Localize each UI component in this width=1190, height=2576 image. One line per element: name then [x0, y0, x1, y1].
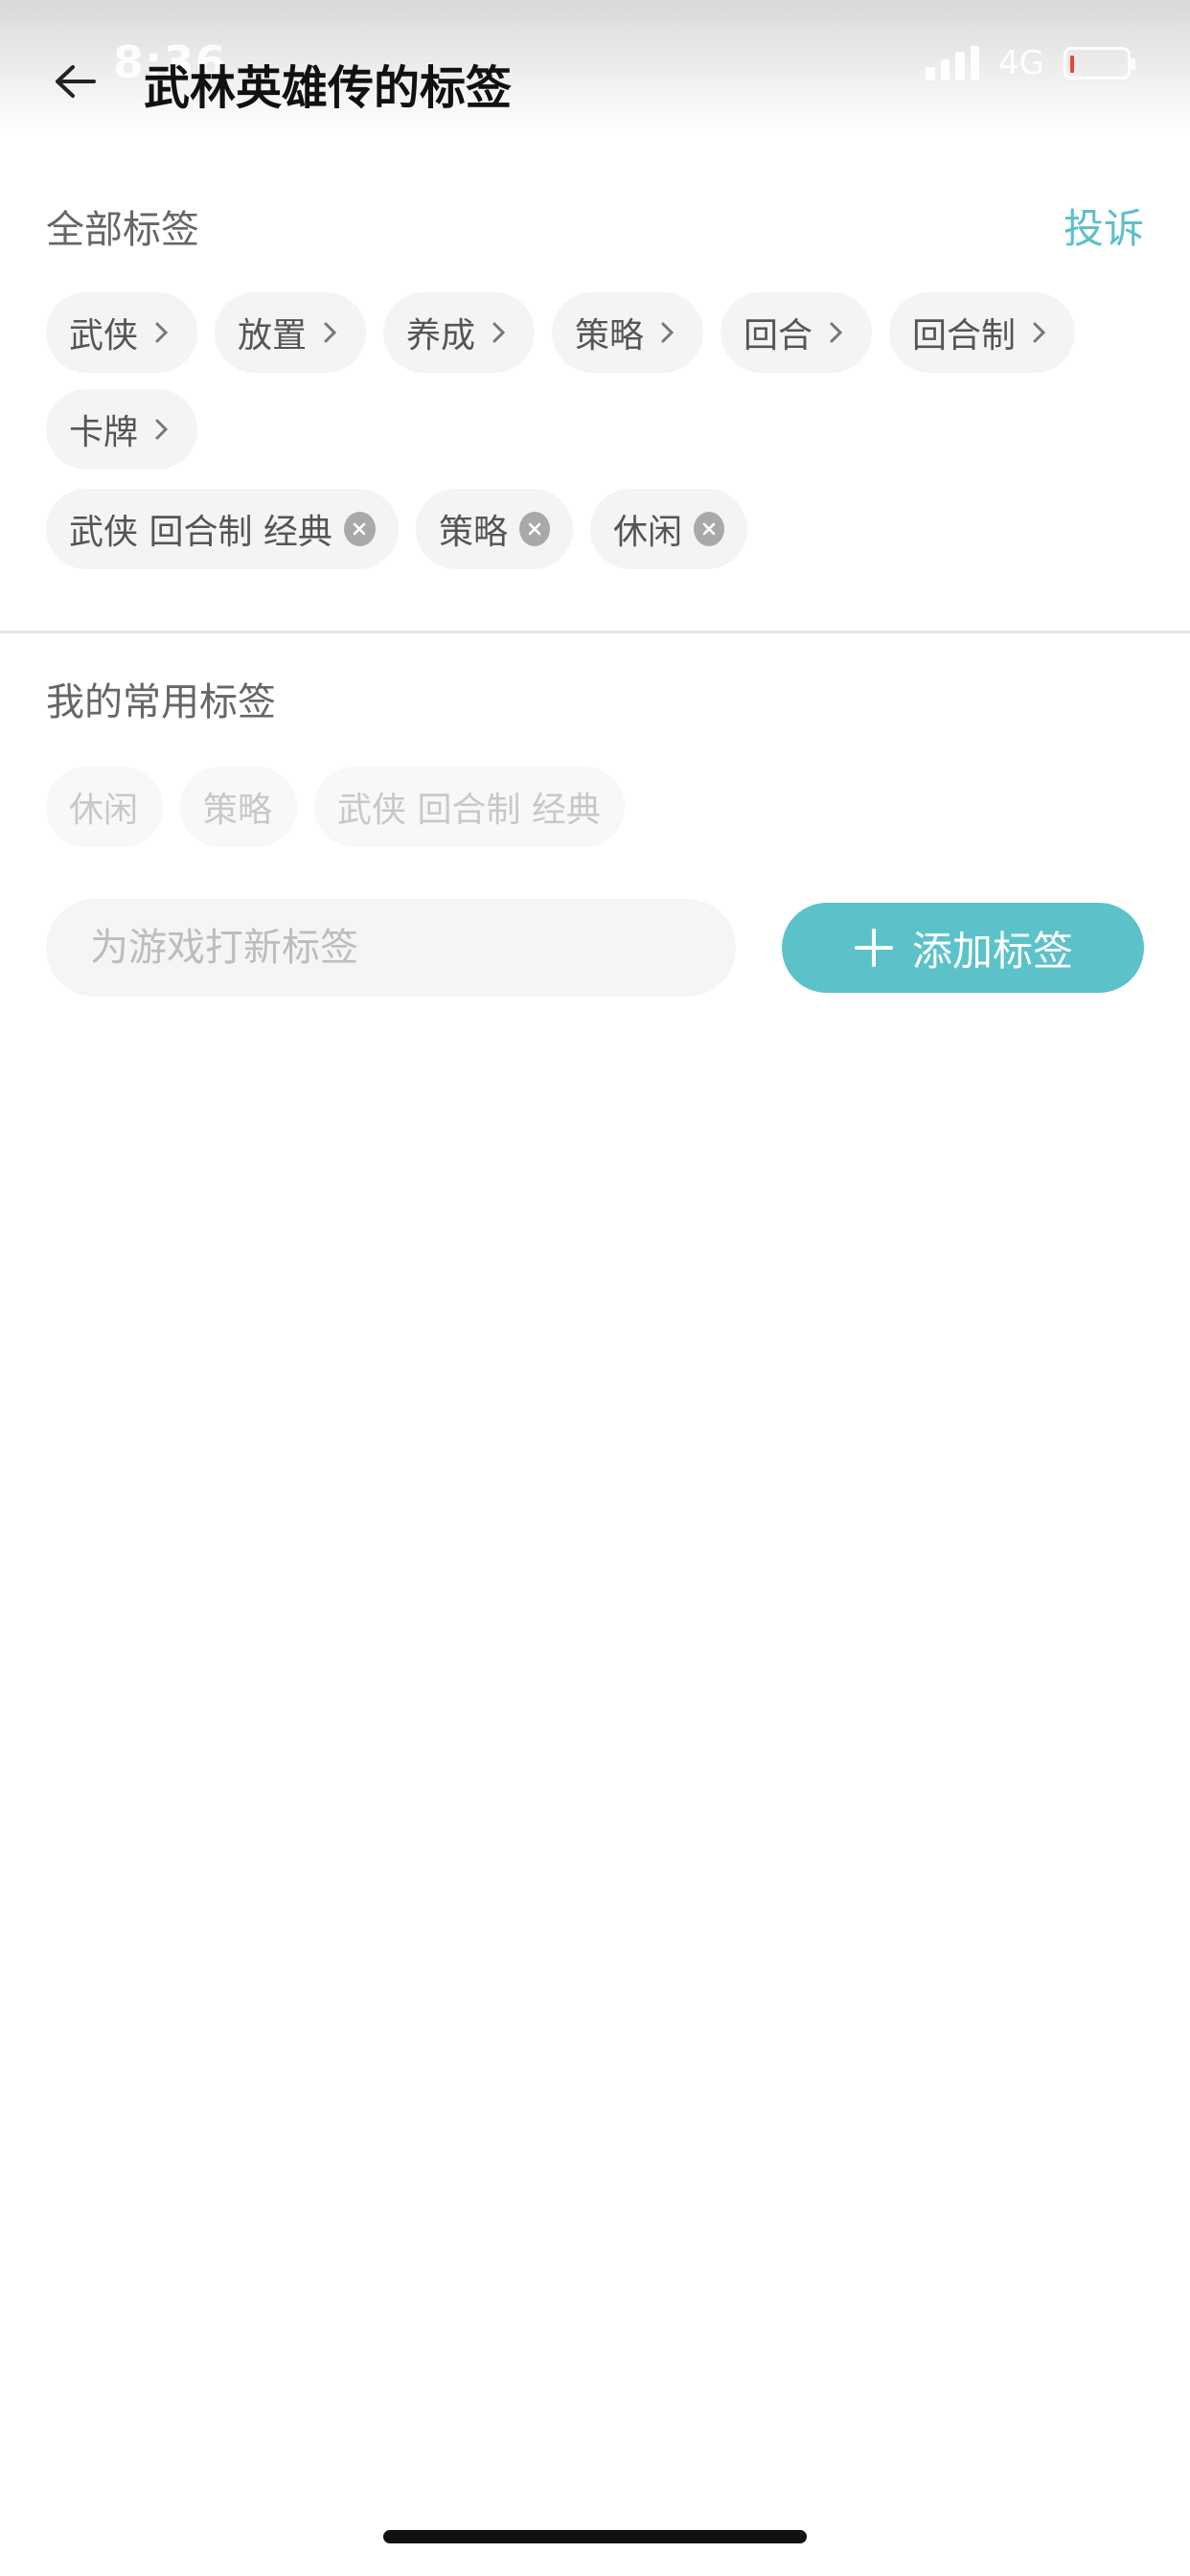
tag-label: 休闲 — [613, 513, 683, 552]
tag-label: 策略 — [575, 316, 645, 356]
chevron-right-icon — [151, 419, 172, 440]
tag-label: 武侠 回合制 经典 — [69, 513, 332, 552]
tag-chip[interactable]: 卡牌 — [46, 389, 197, 470]
section-divider — [0, 631, 1190, 633]
common-tags-header: 我的常用标签 — [46, 671, 1144, 726]
chevron-right-icon — [320, 322, 341, 343]
chevron-right-icon — [151, 322, 172, 343]
all-tags-title: 全部标签 — [46, 207, 199, 252]
common-tag-chip[interactable]: 武侠 回合制 经典 — [314, 767, 625, 847]
common-tag-chip[interactable]: 策略 — [180, 767, 297, 847]
tag-label: 养成 — [406, 316, 476, 356]
tag-label: 策略 — [439, 513, 509, 552]
new-tag-input[interactable] — [46, 899, 736, 997]
common-tag-chip[interactable]: 休闲 — [46, 767, 163, 847]
all-tags-header: 全部标签 投诉 — [46, 196, 1144, 255]
remove-tag-icon[interactable] — [519, 512, 550, 546]
arrow-left-icon — [56, 65, 96, 98]
tag-label: 策略 — [203, 791, 273, 830]
tag-chip[interactable]: 养成 — [383, 292, 535, 373]
tag-label: 放置 — [238, 316, 308, 356]
tag-label: 武侠 回合制 经典 — [337, 791, 601, 830]
plus-icon — [854, 929, 893, 967]
tag-chip[interactable]: 回合制 — [889, 292, 1075, 373]
removable-tag-chip[interactable]: 休闲 — [590, 489, 747, 569]
removable-tag-chip[interactable]: 策略 — [416, 489, 573, 569]
tag-label: 回合制 — [912, 316, 1017, 356]
tag-label: 回合 — [744, 316, 813, 356]
remove-tag-icon[interactable] — [343, 512, 376, 546]
removable-tag-chip[interactable]: 武侠 回合制 经典 — [46, 489, 399, 569]
chevron-right-icon — [1029, 322, 1050, 343]
tag-chip[interactable]: 回合 — [721, 292, 872, 373]
add-tag-label: 添加标签 — [911, 927, 1073, 975]
back-button[interactable] — [46, 58, 103, 105]
tag-chip[interactable]: 策略 — [552, 292, 703, 373]
chevron-right-icon — [489, 322, 510, 343]
chevron-right-icon — [657, 322, 678, 343]
chevron-right-icon — [826, 322, 847, 343]
page-title: 武林英雄传的标签 — [144, 61, 513, 115]
nav-bar: 武林英雄传的标签 — [0, 38, 1190, 125]
report-button[interactable]: 投诉 — [1064, 196, 1144, 255]
tag-chip[interactable]: 武侠 — [46, 292, 197, 373]
remove-tag-icon[interactable] — [694, 512, 724, 546]
tag-label: 休闲 — [69, 791, 139, 830]
common-tags-title: 我的常用标签 — [46, 680, 276, 724]
tag-label: 武侠 — [69, 316, 139, 356]
tag-label: 卡牌 — [69, 413, 139, 452]
home-indicator — [383, 2530, 807, 2543]
add-tag-button[interactable]: 添加标签 — [782, 903, 1144, 993]
tag-chip[interactable]: 放置 — [215, 292, 366, 373]
